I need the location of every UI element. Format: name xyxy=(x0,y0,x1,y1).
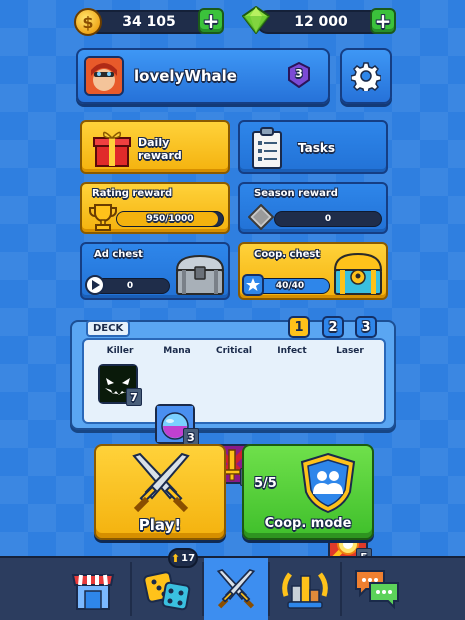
deck-tab-2[interactable]: 2 xyxy=(322,316,344,338)
crossed-swords-icon xyxy=(216,568,256,609)
rating-progress-text: 950/1000 xyxy=(146,214,194,224)
coin-icon: $ xyxy=(74,8,102,36)
gem-balance: 12 000 xyxy=(294,14,348,30)
silver-chest-icon xyxy=(175,254,225,295)
bottom-nav: ⬆ 17 xyxy=(0,548,465,620)
gem-icon xyxy=(242,6,270,34)
rank-number: 3 xyxy=(295,67,303,80)
crossed-swords-icon xyxy=(132,452,190,513)
card-mana[interactable]: 3 xyxy=(155,404,199,446)
gold-chest-icon xyxy=(333,252,383,295)
team-shield-icon xyxy=(300,452,356,514)
rating-progress-bar: 950/1000 xyxy=(116,211,224,227)
diamond-badge-icon xyxy=(248,204,274,230)
avatar xyxy=(84,56,124,96)
upgrade-count: 17 xyxy=(181,552,196,564)
card-name-critical: Critical xyxy=(215,346,252,356)
gem-balance-bar: 12 000 xyxy=(256,10,386,34)
season-reward-label: Season reward xyxy=(254,188,338,199)
upgrade-badge: ⬆ 17 xyxy=(168,548,198,568)
gift-icon xyxy=(93,131,131,167)
profile-card[interactable]: lovelyWhale 3 xyxy=(76,48,330,104)
daily-reward-label: Daily reward xyxy=(138,136,182,162)
coop-player-count: 5/5 xyxy=(254,476,277,491)
nav-shop[interactable] xyxy=(58,558,128,620)
deck-tab-3[interactable]: 3 xyxy=(355,316,377,338)
coop-chest-label: Coop. chest xyxy=(254,249,321,260)
coop-mode-label: Coop. mode xyxy=(264,516,352,531)
season-progress-bar: 0 xyxy=(274,211,382,227)
card-name-laser: Laser xyxy=(336,346,364,356)
rating-reward-label: Rating reward xyxy=(92,188,173,199)
season-reward-button[interactable]: Season reward 0 xyxy=(238,182,388,234)
leaderboard-icon xyxy=(282,572,328,609)
card-killer[interactable]: 7 xyxy=(98,364,142,406)
add-gems-button[interactable]: + xyxy=(370,8,396,34)
gear-icon xyxy=(351,62,381,91)
username: lovelyWhale xyxy=(134,67,237,85)
rank-badge: 3 xyxy=(288,61,310,89)
trophy-icon xyxy=(89,204,117,231)
deck-label: DECK xyxy=(86,320,131,337)
deck-tab-1[interactable]: 1 xyxy=(288,316,310,338)
dice-icon xyxy=(143,571,191,611)
rating-reward-button[interactable]: Rating reward 950/1000 xyxy=(80,182,230,234)
nav-chat[interactable] xyxy=(342,558,412,620)
ad-chest-label: Ad chest xyxy=(94,249,143,260)
clipboard-icon xyxy=(252,127,282,169)
coop-chest-button[interactable]: Coop. chest 40/40 xyxy=(238,242,388,300)
tasks-button[interactable]: Tasks xyxy=(238,120,388,174)
card-name-infect: Infect xyxy=(277,346,307,356)
card-name-mana: Mana xyxy=(163,346,191,356)
play-button[interactable]: Play! xyxy=(94,444,226,540)
season-progress-text: 0 xyxy=(324,214,332,224)
play-video-icon xyxy=(85,275,105,295)
settings-button[interactable] xyxy=(340,48,392,104)
card-name-killer: Killer xyxy=(106,346,134,356)
play-label: Play! xyxy=(138,516,182,534)
card-level-killer: 7 xyxy=(126,388,142,406)
ad-chest-button[interactable]: Ad chest 0 xyxy=(80,242,230,300)
tasks-label: Tasks xyxy=(298,141,336,155)
add-coins-button[interactable]: + xyxy=(198,8,224,34)
coin-balance-bar: 34 105 xyxy=(86,10,212,34)
shop-icon xyxy=(71,574,115,610)
coop-mode-button[interactable]: 5/5 Coop. mode xyxy=(242,444,374,540)
arrow-up-icon: ⬆ xyxy=(170,551,181,565)
chat-icon xyxy=(355,570,399,610)
nav-battle[interactable] xyxy=(204,558,268,620)
blue-star-icon xyxy=(242,274,264,296)
coin-balance: 34 105 xyxy=(122,14,176,30)
nav-leaderboard[interactable] xyxy=(270,558,340,620)
daily-reward-button[interactable]: Daily reward xyxy=(80,120,230,174)
